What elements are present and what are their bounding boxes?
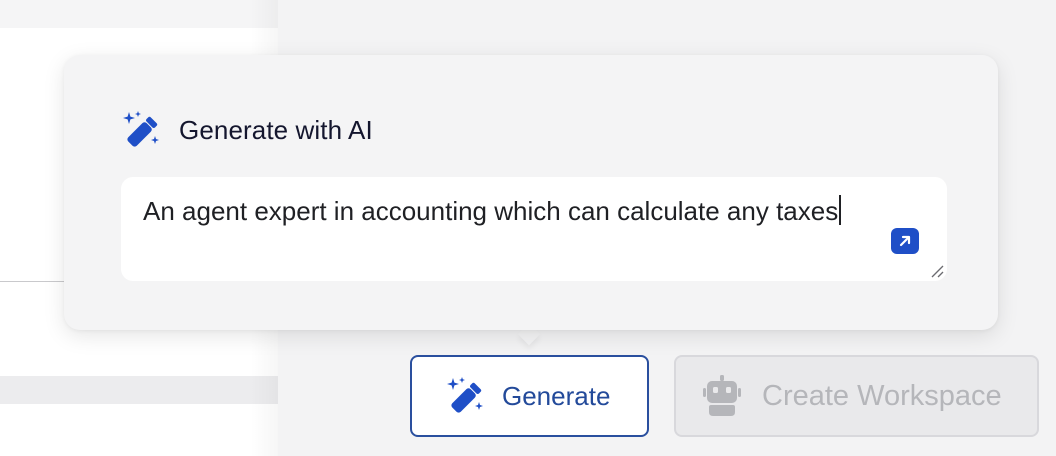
- generate-button-label: Generate: [502, 380, 611, 411]
- arrow-up-right-icon: [898, 234, 912, 248]
- resize-handle-icon[interactable]: [930, 264, 944, 278]
- screen: Generate with AI An agent expert in acco…: [0, 0, 1056, 456]
- prompt-text[interactable]: An agent expert in accounting which can …: [143, 190, 883, 232]
- create-workspace-button-label: Create Workspace: [762, 379, 1002, 412]
- create-workspace-button[interactable]: Create Workspace: [674, 355, 1039, 437]
- background-band: [0, 376, 278, 404]
- text-caret: [839, 195, 842, 225]
- expand-prompt-button[interactable]: [891, 228, 919, 254]
- robot-icon: [702, 374, 742, 418]
- generate-button[interactable]: Generate: [410, 355, 649, 437]
- magic-wand-icon: [120, 110, 160, 150]
- prompt-textarea[interactable]: An agent expert in accounting which can …: [121, 177, 947, 281]
- background-footer: [0, 404, 278, 456]
- popover-header: Generate with AI: [120, 109, 373, 151]
- generate-ai-popover: Generate with AI An agent expert in acco…: [64, 55, 998, 330]
- magic-wand-icon: [444, 376, 484, 416]
- popover-title: Generate with AI: [179, 114, 373, 145]
